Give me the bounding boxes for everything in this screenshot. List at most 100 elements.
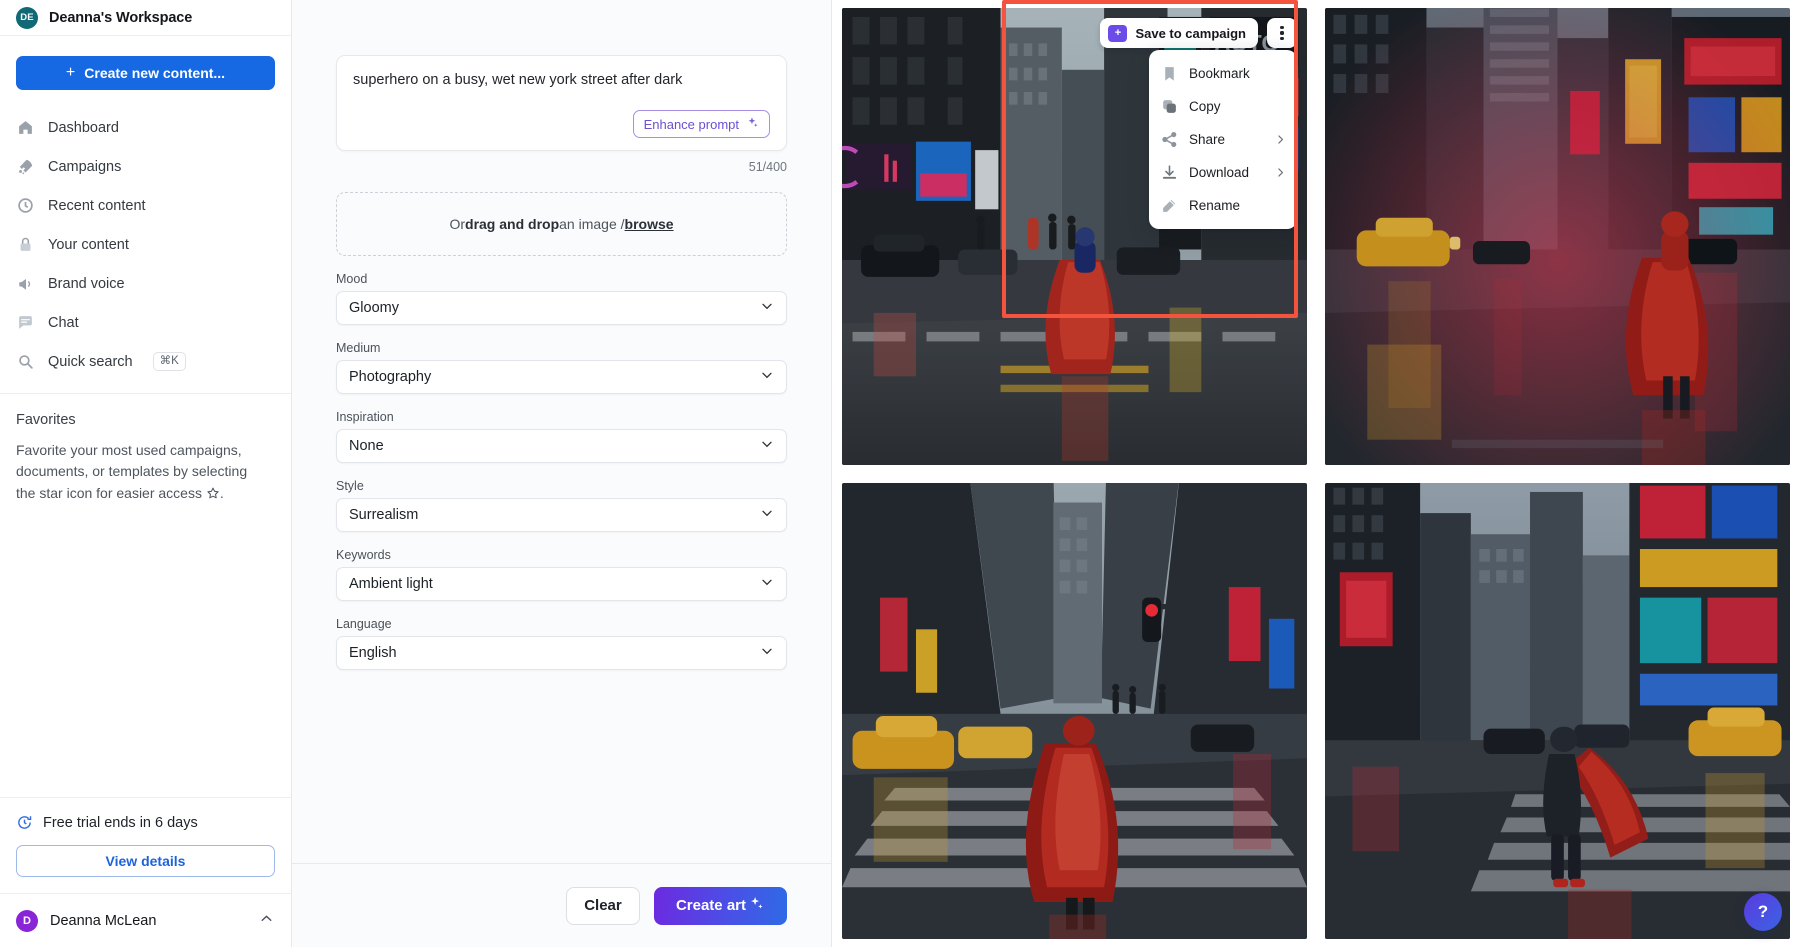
sidebar-item-brand-voice[interactable]: Brand voice xyxy=(0,264,291,303)
prompt-panel-footer: Clear Create art xyxy=(292,863,831,947)
view-details-button[interactable]: View details xyxy=(16,845,275,877)
field-mood: Mood Gloomy xyxy=(336,272,787,325)
folder-plus-icon: + xyxy=(1108,25,1127,42)
campaigns-icon xyxy=(16,157,35,176)
browse-link[interactable]: browse xyxy=(625,216,674,232)
trial-text: Free trial ends in 6 days xyxy=(43,815,198,831)
results-panel: AUTO xyxy=(832,0,1800,947)
sidebar-item-label: Quick search xyxy=(48,354,133,370)
chevron-down-icon xyxy=(759,505,775,525)
favorites-description: Favorite your most used campaigns, docum… xyxy=(16,440,273,506)
clear-button[interactable]: Clear xyxy=(566,887,640,925)
field-label: Mood xyxy=(336,272,787,286)
favorites-desc-line2: documents, or templates by selecting xyxy=(16,463,247,479)
prompt-panel: superhero on a busy, wet new york street… xyxy=(292,0,832,947)
user-account-row[interactable]: D Deanna McLean xyxy=(0,893,291,947)
menu-item-label: Share xyxy=(1189,132,1225,147)
workspace-avatar: DE xyxy=(16,7,38,29)
sidebar-item-dashboard[interactable]: Dashboard xyxy=(0,108,291,147)
user-name: Deanna McLean xyxy=(50,913,246,929)
image-dropzone[interactable]: Or drag and drop an image / browse xyxy=(336,192,787,256)
chevron-up-icon[interactable] xyxy=(258,910,275,932)
trial-section: Free trial ends in 6 days View details xyxy=(0,797,291,877)
result-tile-2[interactable] xyxy=(1325,8,1790,465)
help-button[interactable]: ? xyxy=(1744,893,1782,931)
language-select[interactable]: English xyxy=(336,636,787,670)
sidebar-item-quick-search[interactable]: Quick search ⌘K xyxy=(0,342,291,381)
save-to-campaign-label: Save to campaign xyxy=(1135,26,1246,41)
prompt-input-box[interactable]: superhero on a busy, wet new york street… xyxy=(336,55,787,151)
menu-item-label: Download xyxy=(1189,165,1249,180)
menu-item-label: Bookmark xyxy=(1189,66,1250,81)
favorites-desc-line1: Favorite your most used campaigns, xyxy=(16,442,242,458)
menu-item-download[interactable]: Download xyxy=(1149,156,1297,189)
select-value: None xyxy=(349,438,384,454)
enhance-prompt-button[interactable]: Enhance prompt xyxy=(633,110,770,138)
menu-item-rename[interactable]: Rename xyxy=(1149,189,1297,222)
generated-image-4 xyxy=(1325,483,1790,940)
quick-search-shortcut: ⌘K xyxy=(153,352,186,371)
menu-item-share[interactable]: Share xyxy=(1149,123,1297,156)
sidebar-item-chat[interactable]: Chat xyxy=(0,303,291,342)
sidebar: DE Deanna's Workspace + Create new conte… xyxy=(0,0,292,947)
save-to-campaign-button[interactable]: + Save to campaign xyxy=(1100,18,1258,48)
create-new-content-label: Create new content... xyxy=(84,65,225,81)
search-icon xyxy=(16,352,35,371)
prompt-panel-scroll: superhero on a busy, wet new york street… xyxy=(292,0,831,863)
star-icon xyxy=(206,485,220,506)
more-options-button[interactable] xyxy=(1267,18,1297,48)
kebab-dot xyxy=(1280,37,1283,40)
sparkle-icon xyxy=(746,116,759,132)
sidebar-nav: Dashboard Campaigns Recent content Your … xyxy=(0,96,291,381)
download-icon xyxy=(1161,164,1178,181)
menu-item-copy[interactable]: Copy xyxy=(1149,90,1297,123)
sidebar-item-label: Campaigns xyxy=(48,159,121,175)
result-tile-1[interactable]: AUTO xyxy=(842,8,1307,465)
megaphone-icon xyxy=(16,274,35,293)
field-label: Keywords xyxy=(336,548,787,562)
field-label: Style xyxy=(336,479,787,493)
chevron-down-icon xyxy=(759,436,775,456)
sidebar-item-label: Brand voice xyxy=(48,276,125,292)
select-value: English xyxy=(349,645,397,661)
chevron-right-icon xyxy=(1274,166,1287,179)
inspiration-select[interactable]: None xyxy=(336,429,787,463)
field-keywords: Keywords Ambient light xyxy=(336,548,787,601)
prompt-input[interactable]: superhero on a busy, wet new york street… xyxy=(353,70,770,90)
menu-item-bookmark[interactable]: Bookmark xyxy=(1149,57,1297,90)
chat-icon xyxy=(16,313,35,332)
workspace-header[interactable]: DE Deanna's Workspace xyxy=(0,0,291,36)
share-icon xyxy=(1161,131,1178,148)
mood-select[interactable]: Gloomy xyxy=(336,291,787,325)
avatar: D xyxy=(16,910,38,932)
sidebar-item-campaigns[interactable]: Campaigns xyxy=(0,147,291,186)
app-root: DE Deanna's Workspace + Create new conte… xyxy=(0,0,1800,947)
sidebar-item-label: Recent content xyxy=(48,198,146,214)
dropzone-bold: drag and drop xyxy=(465,216,559,232)
home-icon xyxy=(16,118,35,137)
sidebar-item-label: Chat xyxy=(48,315,79,331)
style-select[interactable]: Surrealism xyxy=(336,498,787,532)
create-art-label: Create art xyxy=(676,897,746,914)
trial-clock-icon xyxy=(16,814,33,831)
generated-image-2 xyxy=(1325,8,1790,465)
field-inspiration: Inspiration None xyxy=(336,410,787,463)
results-grid: AUTO xyxy=(842,8,1790,939)
chevron-down-icon xyxy=(759,298,775,318)
sidebar-item-recent-content[interactable]: Recent content xyxy=(0,186,291,225)
menu-item-label: Copy xyxy=(1189,99,1221,114)
character-counter: 51/400 xyxy=(336,160,787,174)
create-new-content-button[interactable]: + Create new content... xyxy=(16,56,275,90)
trial-status: Free trial ends in 6 days xyxy=(16,814,275,831)
medium-select[interactable]: Photography xyxy=(336,360,787,394)
dropzone-prefix: Or xyxy=(449,216,465,232)
field-label: Inspiration xyxy=(336,410,787,424)
kebab-dot xyxy=(1280,31,1283,34)
sidebar-item-your-content[interactable]: Your content xyxy=(0,225,291,264)
select-value: Photography xyxy=(349,369,431,385)
keywords-select[interactable]: Ambient light xyxy=(336,567,787,601)
result-tile-3[interactable] xyxy=(842,483,1307,940)
result-tile-4[interactable] xyxy=(1325,483,1790,940)
create-art-button[interactable]: Create art xyxy=(654,887,787,925)
menu-item-label: Rename xyxy=(1189,198,1240,213)
